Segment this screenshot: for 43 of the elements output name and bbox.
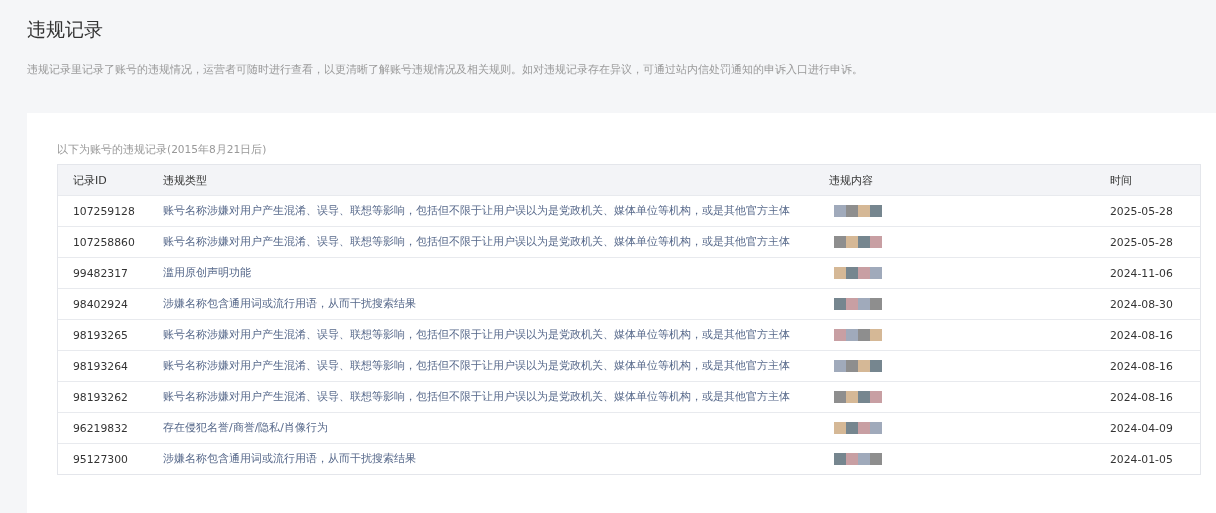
- pixelated-content: [834, 360, 882, 372]
- pixelated-content: [834, 205, 882, 217]
- record-id: 98193262: [73, 390, 129, 404]
- pixelated-content: [834, 298, 882, 310]
- column-header: 记录ID: [73, 172, 108, 188]
- record-id: 98193264: [73, 359, 129, 373]
- violation-type: 账号名称涉嫌对用户产生混淆、误导、联想等影响，包括但不限于让用户误以为是党政机关、媒体单位等机构，或是其他官方主体: [163, 390, 791, 404]
- violation-type: 账号名称涉嫌对用户产生混淆、误导、联想等影响，包括但不限于让用户误以为是党政机关、媒体单位等机构，或是其他官方主体: [163, 328, 791, 342]
- page-description: 违规记录里记录了账号的违规情况，运营者可随时进行查看，以更清晰了解账号违规情况及相关规则。如对违规记录存在异议，可通过站内信处罚通知的申诉入口进行申诉。: [27, 63, 864, 77]
- record-date: 2025-05-28: [1110, 204, 1174, 218]
- pixelated-content: [834, 453, 882, 465]
- pixelated-content: [834, 267, 882, 279]
- table-caption: 以下为账号的违规记录(2015年8月21日后): [57, 143, 268, 157]
- column-header: 时间: [1110, 172, 1133, 188]
- pixelated-content: [834, 329, 882, 341]
- record-date: 2024-08-16: [1110, 328, 1174, 342]
- violation-type: 滥用原创声明功能: [163, 266, 252, 280]
- record-id: 107259128: [73, 204, 136, 218]
- record-date: 2024-11-06: [1110, 266, 1174, 280]
- column-header: 违规内容: [829, 172, 874, 188]
- record-date: 2024-08-16: [1110, 359, 1174, 373]
- pixelated-content: [834, 422, 882, 434]
- record-date: 2025-05-28: [1110, 235, 1174, 249]
- record-id: 95127300: [73, 452, 129, 466]
- record-id: 98193265: [73, 328, 129, 342]
- record-id: 99482317: [73, 266, 129, 280]
- record-date: 2024-01-05: [1110, 452, 1174, 466]
- violation-type: 账号名称涉嫌对用户产生混淆、误导、联想等影响，包括但不限于让用户误以为是党政机关、媒体单位等机构，或是其他官方主体: [163, 235, 791, 249]
- record-date: 2024-04-09: [1110, 421, 1174, 435]
- pixelated-content: [834, 391, 882, 403]
- record-id: 96219832: [73, 421, 129, 435]
- record-date: 2024-08-30: [1110, 297, 1174, 311]
- record-id: 107258860: [73, 235, 136, 249]
- violation-type: 涉嫌名称包含通用词或流行用语，从而干扰搜索结果: [163, 297, 417, 311]
- pixelated-content: [834, 236, 882, 248]
- violation-type: 账号名称涉嫌对用户产生混淆、误导、联想等影响，包括但不限于让用户误以为是党政机关、媒体单位等机构，或是其他官方主体: [163, 204, 791, 218]
- violation-type: 存在侵犯名誉/商誉/隐私/肖像行为: [163, 421, 329, 435]
- record-date: 2024-08-16: [1110, 390, 1174, 404]
- violation-type: 涉嫌名称包含通用词或流行用语，从而干扰搜索结果: [163, 452, 417, 466]
- violation-type: 账号名称涉嫌对用户产生混淆、误导、联想等影响，包括但不限于让用户误以为是党政机关、媒体单位等机构，或是其他官方主体: [163, 359, 791, 373]
- record-id: 98402924: [73, 297, 129, 311]
- column-header: 违规类型: [163, 172, 208, 188]
- page-title: 违规记录: [27, 17, 104, 42]
